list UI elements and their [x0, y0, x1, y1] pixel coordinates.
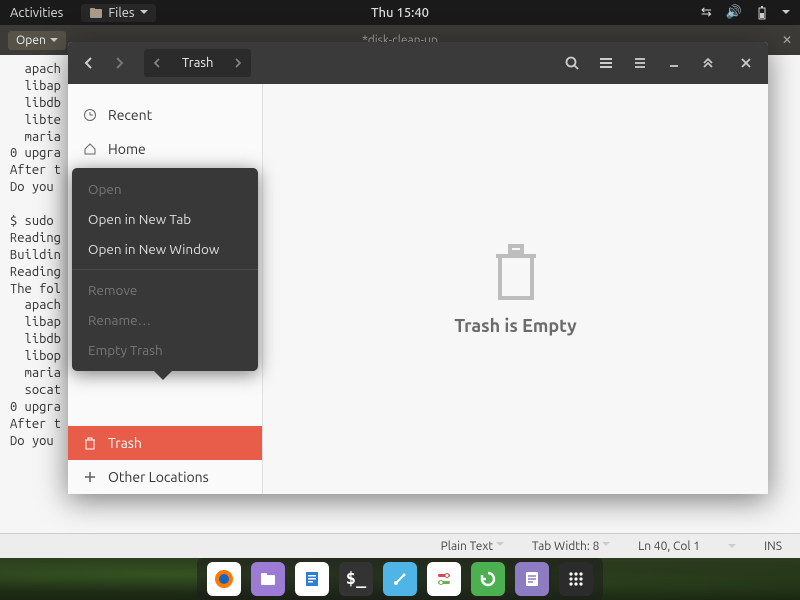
sidebar-item-label: Recent	[108, 107, 152, 123]
sidebar-item-label: Home	[108, 141, 146, 157]
menu-rename[interactable]: Rename…	[72, 305, 258, 335]
empty-label: Trash is Empty	[454, 316, 576, 336]
gedit-open-button[interactable]: Open	[8, 31, 66, 50]
dock-app-grid[interactable]	[559, 562, 593, 596]
hamburger-button[interactable]	[624, 49, 656, 77]
clock[interactable]: Thu 15:40	[371, 6, 429, 20]
view-list-button[interactable]	[590, 49, 622, 77]
close-button[interactable]	[730, 49, 762, 77]
gnome-top-bar: Activities Files Thu 15:40 ⇆ 🔊	[0, 0, 800, 25]
recent-icon	[82, 108, 98, 122]
sidebar-item-trash[interactable]: Trash	[68, 426, 262, 460]
minimize-button[interactable]	[658, 49, 690, 77]
activities-button[interactable]: Activities	[10, 6, 63, 20]
trash-icon	[82, 436, 98, 450]
trash-empty-icon	[490, 242, 542, 302]
path-segment[interactable]: Trash	[168, 56, 227, 70]
dock-text-editor[interactable]	[515, 562, 549, 596]
files-content: Trash is Empty	[263, 84, 768, 494]
sidebar-item-label: Trash	[108, 435, 142, 451]
dock-update[interactable]	[471, 562, 505, 596]
dock-settings[interactable]	[427, 562, 461, 596]
sidebar-item-other-locations[interactable]: Other Locations	[68, 460, 262, 494]
maximize-icon	[702, 57, 714, 69]
list-icon	[598, 55, 614, 71]
back-button[interactable]	[74, 49, 104, 77]
maximize-button[interactable]	[692, 49, 724, 77]
dock: $_	[197, 558, 603, 600]
home-icon	[82, 142, 98, 156]
plus-icon	[82, 470, 98, 484]
search-button[interactable]	[556, 49, 588, 77]
chevron-right-icon	[233, 58, 243, 68]
dock-terminal[interactable]: $_	[339, 562, 373, 596]
cursor-position: Ln 40, Col 1	[638, 540, 700, 553]
menu-separator	[72, 269, 258, 270]
menu-icon	[632, 55, 648, 71]
sidebar-item-recent[interactable]: Recent	[68, 98, 262, 132]
close-icon	[740, 57, 752, 69]
search-icon	[564, 55, 580, 71]
gedit-close-icon[interactable]: ✕	[782, 33, 792, 47]
volume-icon[interactable]: 🔊	[726, 5, 742, 20]
chevron-left-icon	[152, 58, 162, 68]
menu-open-new-tab[interactable]: Open in New Tab	[72, 204, 258, 234]
dock-usb-creator[interactable]	[383, 562, 417, 596]
pathbar[interactable]: Trash	[144, 49, 251, 77]
app-menu[interactable]: Files	[81, 4, 155, 22]
files-app-icon	[89, 6, 103, 20]
network-icon[interactable]: ⇆	[701, 5, 712, 20]
battery-icon[interactable]	[756, 6, 768, 20]
arrow-left-icon	[82, 56, 96, 70]
forward-button[interactable]	[104, 49, 134, 77]
gedit-statusbar: Plain Text Tab Width: 8 Ln 40, Col 1 INS	[0, 533, 800, 558]
dock-libreoffice-writer[interactable]	[295, 562, 329, 596]
dock-files[interactable]	[251, 562, 285, 596]
desktop-background: $_	[0, 558, 800, 600]
menu-open-new-window[interactable]: Open in New Window	[72, 234, 258, 264]
arrow-right-icon	[112, 56, 126, 70]
menu-empty-trash[interactable]: Empty Trash	[72, 335, 258, 365]
sidebar-item-home[interactable]: Home	[68, 132, 262, 166]
sidebar-item-label: Other Locations	[108, 469, 209, 485]
syntax-selector[interactable]: Plain Text	[441, 539, 504, 553]
menu-remove[interactable]: Remove	[72, 275, 258, 305]
dock-firefox[interactable]	[207, 562, 241, 596]
tabwidth-selector[interactable]: Tab Width: 8	[532, 539, 610, 553]
minimize-icon	[668, 57, 680, 69]
menu-open[interactable]: Open	[72, 174, 258, 204]
dropdown-icon	[140, 10, 148, 18]
files-headerbar: Trash	[68, 42, 768, 84]
insert-mode: INS	[764, 540, 782, 553]
system-menu-icon[interactable]	[782, 10, 790, 18]
sidebar-context-menu: Open Open in New Tab Open in New Window …	[72, 168, 258, 371]
pos-dropdown-icon[interactable]	[728, 544, 736, 552]
